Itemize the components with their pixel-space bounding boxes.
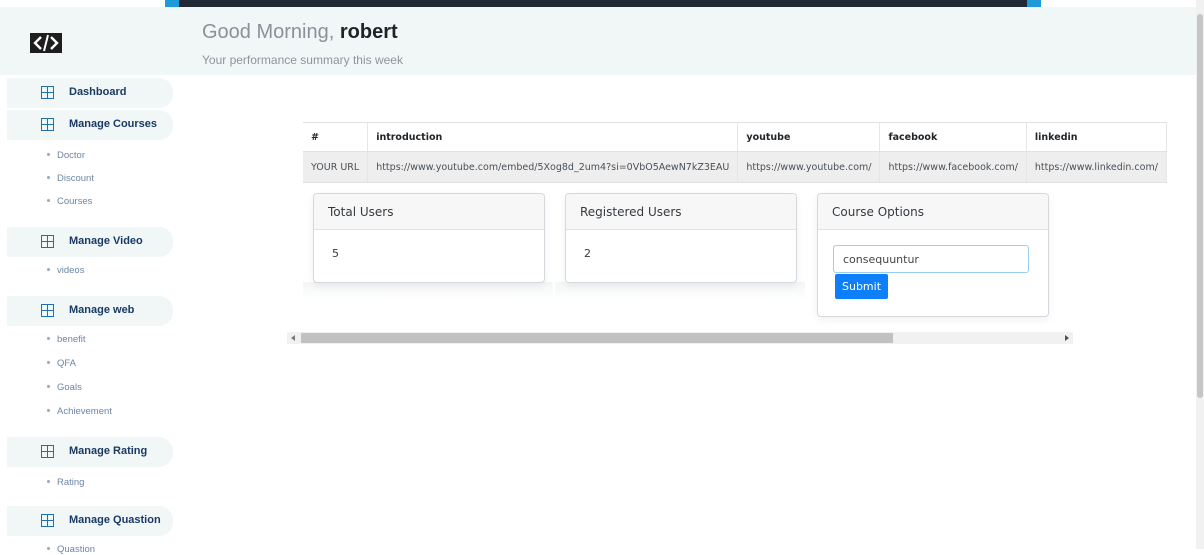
sidebar-subitem-videos[interactable]: videos [47, 265, 84, 276]
page-title: Good Morning, robert [202, 21, 398, 44]
sidebar-subitem-qfa[interactable]: QFA [47, 358, 76, 369]
table-row: YOUR URL https://www.youtube.com/embed/5… [303, 151, 1167, 183]
sidebar-item-manage-rating[interactable]: Manage Rating [7, 437, 173, 467]
page-scrollbar-thumb[interactable] [1197, 14, 1203, 398]
page-subtitle: Your performance summary this week [202, 53, 403, 67]
sidebar-item-dashboard[interactable]: Dashboard [7, 78, 173, 108]
banner-edge-left [165, 0, 179, 7]
greeting-text: Good Morning, [202, 21, 340, 43]
sidebar-item-label: Manage Quastion [69, 514, 161, 526]
scroll-left-icon[interactable] [291, 335, 295, 341]
sidebar-subitem-rating[interactable]: Rating [47, 477, 84, 488]
column-header: introduction [367, 122, 739, 152]
sidebar-item-manage-web[interactable]: Manage web [7, 296, 173, 326]
page-vertical-scrollbar[interactable] [1196, 0, 1204, 549]
card-title: Course Options [818, 194, 1048, 230]
column-header: # [303, 122, 369, 152]
sidebar-subitem-quastion[interactable]: Quastion [47, 544, 95, 555]
horizontal-scrollbar[interactable] [287, 332, 1073, 344]
code-logo-icon[interactable] [30, 31, 62, 55]
scroll-right-icon[interactable] [1065, 335, 1069, 341]
rating-grid-icon [41, 445, 54, 458]
table-cell: https://www.linkedin.com/ [1026, 151, 1167, 183]
dashboard-grid-icon [41, 86, 54, 99]
sidebar-subitem-achievement[interactable]: Achievement [47, 406, 112, 417]
table-header-row: # introduction youtube facebook linkedin [303, 122, 1167, 152]
sidebar-item-label: Manage Video [69, 235, 143, 247]
sidebar-item-manage-quastion[interactable]: Manage Quastion [7, 506, 173, 536]
sidebar-item-label: Manage Courses [69, 118, 158, 130]
table-cell: https://www.facebook.com/ [879, 151, 1027, 183]
total-users-value: 5 [332, 247, 339, 260]
table-cell: YOUR URL [303, 151, 369, 183]
sidebar-item-manage-video[interactable]: Manage Video [7, 227, 173, 257]
sidebar-item-label: Dashboard [69, 86, 127, 98]
user-name: robert [339, 21, 398, 43]
scrollbar-thumb[interactable] [301, 333, 893, 343]
sidebar: Dashboard Manage Courses Doctor Discount… [0, 75, 185, 555]
question-grid-icon [41, 514, 54, 527]
course-option-input[interactable] [833, 245, 1029, 273]
sidebar-subitem-discount[interactable]: Discount [47, 173, 94, 184]
sidebar-item-manage-courses[interactable]: Manage Courses [7, 110, 173, 140]
registered-users-value: 2 [584, 247, 591, 260]
top-banner-strip [165, 0, 1041, 7]
links-table: # introduction youtube facebook linkedin… [303, 122, 1167, 183]
column-header: youtube [737, 122, 881, 152]
page-header: Good Morning, robert Your performance su… [0, 7, 1196, 75]
courses-grid-icon [41, 118, 54, 131]
sidebar-item-label: Manage web [69, 304, 135, 316]
card-title: Registered Users [566, 194, 796, 230]
total-users-card: Total Users 5 [313, 193, 545, 283]
sidebar-subitem-goals[interactable]: Goals [47, 382, 82, 393]
card-title: Total Users [314, 194, 544, 230]
banner-edge-right [1027, 0, 1041, 7]
video-grid-icon [41, 235, 54, 248]
table-cell: https://www.youtube.com/ [737, 151, 881, 183]
card-shadow [303, 282, 553, 300]
sidebar-subitem-courses[interactable]: Courses [47, 196, 92, 207]
column-header: facebook [879, 122, 1027, 152]
card-shadow [555, 282, 805, 300]
sidebar-item-label: Manage Rating [69, 445, 148, 457]
web-grid-icon [41, 304, 54, 317]
column-header: linkedin [1026, 122, 1167, 152]
sidebar-subitem-benefit[interactable]: benefit [47, 334, 86, 345]
table-cell: https://www.youtube.com/embed/5Xog8d_2um… [367, 151, 739, 183]
sidebar-subitem-doctor[interactable]: Doctor [47, 150, 85, 161]
submit-button[interactable]: Submit [835, 274, 888, 299]
registered-users-card: Registered Users 2 [565, 193, 797, 283]
